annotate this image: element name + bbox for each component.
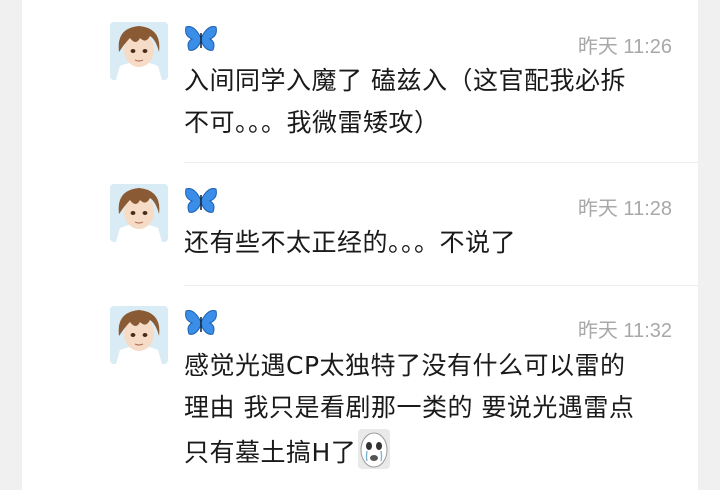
comment-text: 感觉光遇CP太独特了没有什么可以雷的 理由 我只是看剧那一类的 要说光遇雷点 只… (184, 345, 684, 474)
comment-text-fragment: 只有墓土搞H了 (184, 438, 357, 467)
blue-butterfly-icon (184, 186, 218, 216)
comment-timestamp: 昨天 11:28 (577, 198, 672, 220)
comment-text: 入间同学入魔了 磕兹入（这官配我必拆 不可。。。我微雷矮攻） (184, 60, 684, 144)
avatar[interactable] (110, 306, 168, 364)
avatar[interactable] (110, 184, 168, 242)
divider (184, 285, 698, 286)
comment-text-line: 理由 我只是看剧那一类的 要说光遇雷点 (184, 393, 635, 422)
avatar[interactable] (110, 22, 168, 80)
comment-list: 昨天 11:26 入间同学入魔了 磕兹入（这官配我必拆 不可。。。我微雷矮攻） (22, 0, 698, 490)
comment-timestamp: 昨天 11:32 (577, 320, 672, 342)
comment-text-line: 只有墓土搞H了 (184, 429, 684, 474)
comment-text-line: 入间同学入魔了 磕兹入（这官配我必拆 (184, 66, 626, 95)
comment-text-line: 不可。。。我微雷矮攻） (184, 108, 440, 137)
comment-text: 还有些不太正经的。。。不说了 (184, 222, 684, 264)
blue-butterfly-icon (184, 24, 218, 54)
divider (184, 162, 698, 163)
comment-text-line: 感觉光遇CP太独特了没有什么可以雷的 (184, 351, 626, 380)
comment-text-line: 还有些不太正经的。。。不说了 (184, 228, 517, 257)
crying-face-sticker-icon (358, 429, 391, 469)
comment-timestamp: 昨天 11:26 (577, 36, 672, 58)
blue-butterfly-icon (184, 308, 218, 338)
